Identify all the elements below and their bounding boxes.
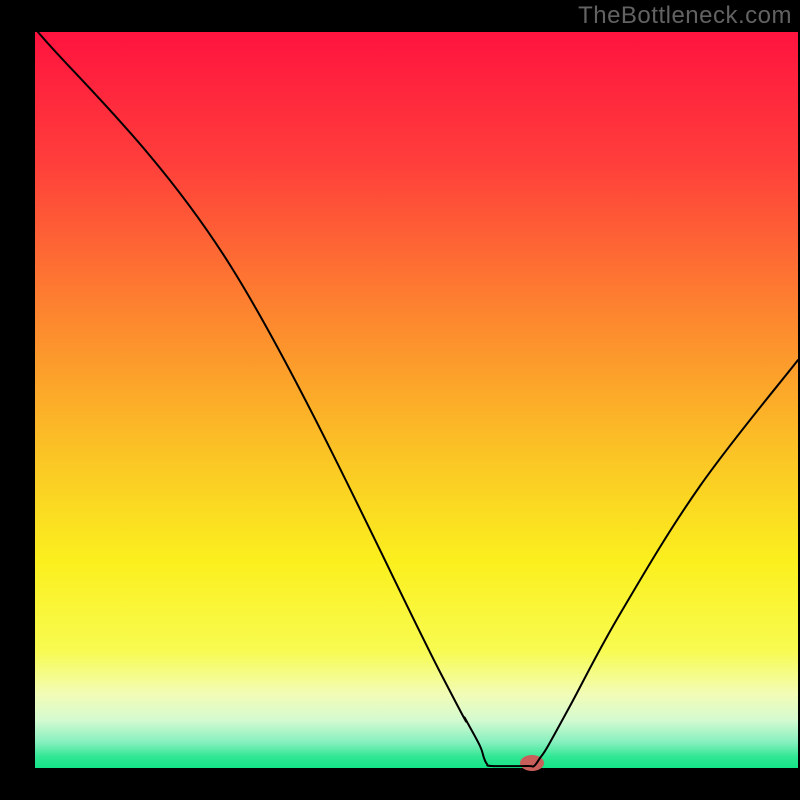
chart-root: TheBottleneck.com (0, 0, 800, 800)
plot-background (35, 32, 798, 768)
bottleneck-chart (0, 0, 800, 800)
